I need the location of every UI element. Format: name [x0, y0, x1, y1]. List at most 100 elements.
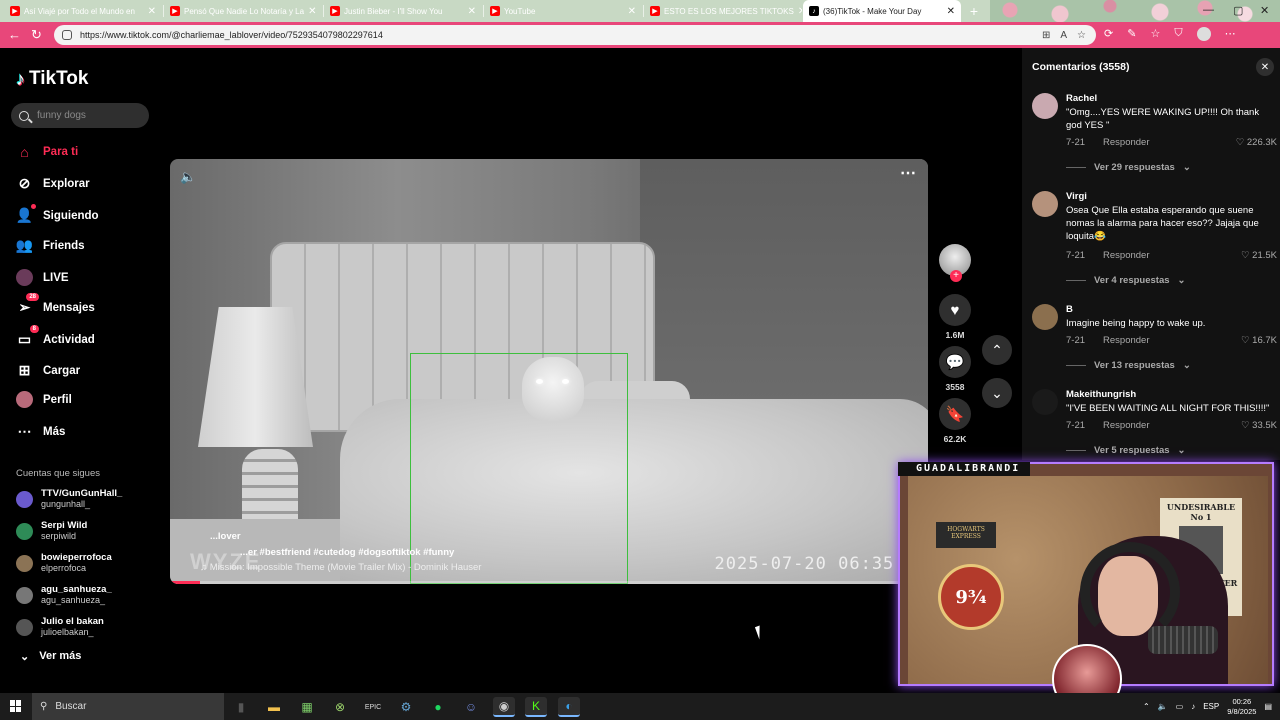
reply-button[interactable]: Responder	[1103, 137, 1149, 148]
close-tab-icon[interactable]: ✕	[148, 6, 156, 17]
close-tab-icon[interactable]: ✕	[628, 6, 636, 17]
reload-icon[interactable]: ↻	[31, 27, 42, 43]
followed-account[interactable]: bowieperrofoca elperrofoca	[16, 552, 112, 574]
favorite-icon[interactable]: ☆	[1077, 30, 1086, 41]
avatar[interactable]	[1032, 93, 1058, 119]
close-tab-icon[interactable]: ✕	[947, 6, 955, 17]
volume-icon[interactable]: 🔈	[180, 169, 196, 185]
nav-para-ti[interactable]: ⌂ Para ti	[16, 143, 78, 160]
browser-tab[interactable]: ▶ Pensó Que Nadie Lo Notaría y La ✕	[164, 0, 322, 22]
next-video-button[interactable]: ⌄	[982, 378, 1012, 408]
browser-tab[interactable]: ▶ ESTO ES LOS MEJORES TIKTOKS ✕	[644, 0, 802, 22]
back-icon[interactable]: ←	[8, 27, 21, 42]
comment-user[interactable]: Virgi	[1066, 191, 1087, 202]
save-button[interactable]: 🔖	[939, 398, 971, 430]
xbox-icon[interactable]: ⊗	[329, 697, 351, 717]
more-options-icon[interactable]: ⋯	[900, 163, 916, 183]
see-more-button[interactable]: ⌄ Ver más	[20, 650, 81, 663]
close-tab-icon[interactable]: ✕	[468, 6, 476, 17]
obs-icon[interactable]: ◉	[493, 697, 515, 717]
translate-icon[interactable]: A	[1060, 30, 1067, 41]
task-view-icon[interactable]: ▮	[230, 697, 252, 717]
comment-likes[interactable]: ♡ 21.5K	[1241, 250, 1277, 261]
nav-friends[interactable]: 👥 Friends	[16, 237, 85, 254]
previous-video-button[interactable]: ⌃	[982, 335, 1012, 365]
like-button[interactable]: ♥	[939, 294, 971, 326]
followed-account[interactable]: TTV/GunGunHall_ gungunhall_	[16, 488, 122, 510]
comment-user[interactable]: Makeithungrish	[1066, 389, 1136, 400]
avatar[interactable]	[1032, 304, 1058, 330]
menu-icon[interactable]: ⋯	[1225, 27, 1236, 41]
file-explorer-icon[interactable]: ▬	[263, 697, 285, 717]
edge-icon[interactable]: ◐	[558, 697, 580, 717]
volume-icon[interactable]: 🔈	[1158, 702, 1168, 711]
nav-mensajes[interactable]: ➢ 28 Mensajes	[16, 293, 95, 316]
video-music[interactable]: ♫ Mission: Impossible Theme (Movie Trail…	[200, 562, 481, 573]
video-player[interactable]: WYZE 2025-07-20 06:35:03 🔈 ⋯ ...lover ..…	[170, 159, 928, 584]
close-tab-icon[interactable]: ✕	[798, 6, 802, 17]
shield-icon[interactable]: ⛉	[1174, 27, 1182, 41]
avatar[interactable]	[1032, 191, 1058, 217]
start-button[interactable]	[10, 700, 22, 712]
reply-button[interactable]: Responder	[1103, 250, 1149, 261]
followed-account[interactable]: Julio el bakan julioelbakan_	[16, 616, 104, 638]
followed-account[interactable]: Serpi Wild serpiwild	[16, 520, 87, 542]
nav-perfil[interactable]: Perfil	[16, 391, 72, 408]
view-replies[interactable]: Ver 4 respuestas ⌄	[1066, 275, 1186, 286]
steam-icon[interactable]: ⚙	[395, 697, 417, 717]
browser-tab[interactable]: ▶ Así Viajé por Todo el Mundo en ✕	[4, 0, 162, 22]
minimize-icon[interactable]: —	[1203, 4, 1214, 16]
comment-user[interactable]: B	[1066, 304, 1073, 315]
discord-icon[interactable]: ☺	[460, 697, 482, 717]
minecraft-icon[interactable]: ▦	[296, 697, 318, 717]
creator-avatar[interactable]: +	[939, 244, 971, 282]
clock[interactable]: 00:26 9/8/2025	[1227, 697, 1256, 717]
video-author[interactable]: ...lover	[210, 531, 241, 542]
view-replies[interactable]: Ver 13 respuestas ⌄	[1066, 360, 1191, 371]
kick-icon[interactable]: K	[525, 697, 547, 717]
followed-account[interactable]: agu_sanhueza_ agu_sanhueza_	[16, 584, 112, 606]
close-window-icon[interactable]: ✕	[1260, 4, 1269, 17]
search-input[interactable]: funny dogs	[11, 103, 149, 128]
comment-likes[interactable]: ♡ 226.3K	[1236, 137, 1277, 148]
nav-explorar[interactable]: ⊘ Explorar	[16, 175, 90, 192]
spotify-icon[interactable]: ●	[427, 697, 449, 717]
browser-tab-active[interactable]: ♪ (36)TikTok - Make Your Day ✕	[803, 0, 961, 22]
browser-tab[interactable]: ▶ YouTube ✕	[484, 0, 642, 22]
nav-siguiendo[interactable]: 👤 Siguiendo	[16, 204, 99, 224]
chevron-up-icon[interactable]: ⌃	[1143, 702, 1150, 711]
video-hashtags[interactable]: ...er #bestfriend #cutedog #dogsoftiktok…	[240, 547, 454, 558]
view-replies[interactable]: Ver 5 respuestas ⌄	[1066, 445, 1186, 456]
nav-live[interactable]: LIVE	[16, 269, 69, 286]
network-icon[interactable]: ▭	[1176, 702, 1184, 711]
browser-tab[interactable]: ▶ Justin Bieber - I'll Show You ✕	[324, 0, 482, 22]
reply-button[interactable]: Responder	[1103, 335, 1149, 346]
comment-user[interactable]: Rachel	[1066, 93, 1097, 104]
profile-avatar[interactable]	[1196, 27, 1211, 41]
comment-likes[interactable]: ♡ 33.5K	[1241, 420, 1277, 431]
tiktok-logo[interactable]: ♪ TikTok	[16, 68, 88, 90]
address-bar[interactable]: https://www.tiktok.com/@charliemae_lablo…	[54, 25, 1096, 45]
maximize-icon[interactable]: ▢	[1233, 4, 1243, 17]
close-comments-button[interactable]: ✕	[1256, 58, 1274, 76]
taskbar-search[interactable]: ⚲ Buscar	[32, 693, 224, 720]
epic-games-icon[interactable]: EPIC	[362, 697, 384, 717]
nav-cargar[interactable]: ⊞ Cargar	[16, 362, 80, 379]
nav-actividad[interactable]: ▭ 8 Actividad	[16, 325, 95, 348]
notifications-icon[interactable]: ▤	[1264, 702, 1272, 711]
avatar[interactable]	[1032, 389, 1058, 415]
new-tab-button[interactable]: +	[964, 0, 984, 22]
speaker-icon[interactable]: ♪	[1191, 702, 1195, 711]
view-replies[interactable]: Ver 29 respuestas ⌄	[1066, 162, 1191, 173]
favorites-icon[interactable]: ☆	[1150, 27, 1160, 41]
language-indicator[interactable]: ESP	[1203, 702, 1219, 711]
follow-plus-icon[interactable]: +	[950, 270, 962, 282]
refresh-extension-icon[interactable]: ⟳	[1104, 27, 1113, 41]
comment-likes[interactable]: ♡ 16.7K	[1241, 335, 1277, 346]
extension-icon[interactable]: ✎	[1127, 27, 1136, 41]
close-tab-icon[interactable]: ✕	[308, 6, 316, 17]
reply-button[interactable]: Responder	[1103, 420, 1149, 431]
video-progress-bar[interactable]	[170, 581, 928, 584]
comment-button[interactable]: 💬	[939, 346, 971, 378]
apps-icon[interactable]: ⊞	[1042, 30, 1050, 41]
